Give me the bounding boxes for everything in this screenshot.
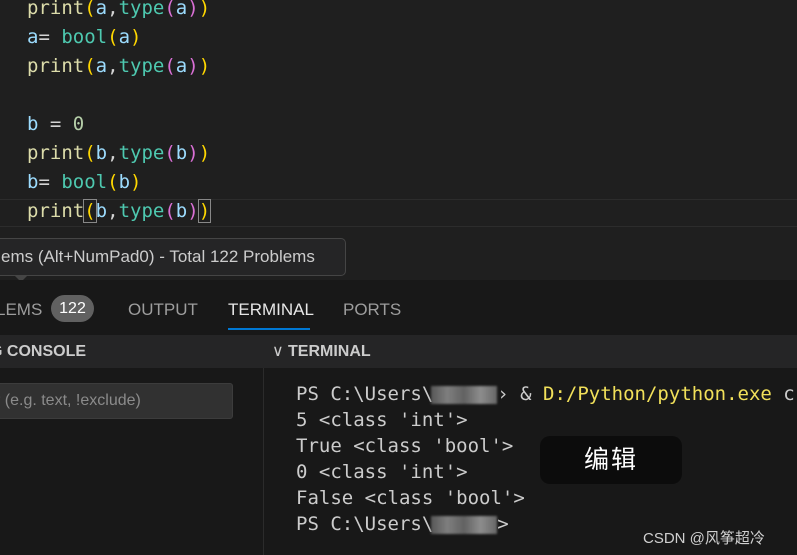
code-token: ): [187, 55, 199, 77]
tooltip-text: ems (Alt+NumPad0) - Total 122 Problems: [1, 247, 315, 266]
problems-tooltip: ems (Alt+NumPad0) - Total 122 Problems: [0, 238, 346, 276]
code-token: ,: [107, 142, 119, 164]
code-token: (: [164, 0, 176, 19]
code-token: (: [84, 142, 96, 164]
terminal-line: PS C:\Users\ >: [296, 511, 509, 537]
terminal-header[interactable]: ∨ TERMINAL: [264, 335, 797, 368]
redacted-username: [431, 515, 498, 534]
code-token: print: [27, 200, 85, 222]
code-token: 0: [72, 113, 85, 135]
code-token: type: [118, 142, 165, 164]
watermark: CSDN @风筝超冷: [643, 530, 765, 547]
code-token: b: [118, 171, 131, 193]
code-line[interactable]: b= bool(b): [27, 168, 141, 197]
code-line[interactable]: b = 0: [27, 110, 84, 139]
active-tab-indicator: [228, 328, 310, 330]
code-token: ): [198, 142, 211, 164]
code-token: ,: [107, 200, 119, 222]
code-token: (: [84, 55, 96, 77]
prompt-tail: >: [497, 513, 509, 535]
code-token: print: [27, 0, 85, 19]
terminal-line: PS C:\Users\ › & D:/Python/python.exe c: [296, 381, 795, 407]
code-editor[interactable]: print(a,type(a)) a= bool(a) print(a,type(a…: [0, 0, 797, 228]
code-token: b: [95, 142, 108, 164]
code-token: ,: [107, 0, 119, 19]
code-token: ): [130, 171, 142, 193]
code-token: (: [83, 199, 97, 223]
code-token: ): [187, 142, 199, 164]
terminal-line: False <class 'bool'>: [296, 487, 525, 509]
code-token: a: [118, 26, 131, 48]
code-token: ): [187, 0, 199, 19]
command-path: D:/Python/python.exe: [543, 383, 772, 405]
code-token: ): [198, 0, 211, 19]
code-token: type: [118, 200, 165, 222]
code-token: a: [95, 55, 108, 77]
code-token: ,: [107, 55, 119, 77]
code-line[interactable]: a= bool(a): [27, 23, 141, 52]
code-token: ): [197, 199, 212, 223]
code-token: =: [38, 171, 62, 193]
command-tail: c: [771, 383, 795, 405]
redacted-username: [431, 385, 498, 404]
tab-output[interactable]: OUTPUT: [128, 300, 198, 320]
debug-console-filter-input[interactable]: r (e.g. text, !exclude): [0, 383, 233, 419]
code-token: a: [175, 55, 188, 77]
code-token: b: [175, 142, 188, 164]
code-token: b: [27, 113, 39, 135]
panel-tab-bar: LEMS 122 OUTPUT TERMINAL PORTS: [0, 280, 797, 335]
tab-terminal[interactable]: TERMINAL: [228, 300, 314, 320]
code-token: b: [175, 200, 188, 222]
code-token: =: [38, 113, 73, 135]
code-token: print: [27, 142, 85, 164]
code-token: =: [38, 26, 62, 48]
edit-popup-button[interactable]: 编辑: [540, 436, 682, 484]
terminal-pane[interactable]: ∨ TERMINAL PS C:\Users\ › & D:/Python/pyth…: [264, 335, 797, 555]
code-token: ): [130, 26, 142, 48]
tab-problems[interactable]: LEMS: [0, 300, 42, 320]
code-token: (: [107, 26, 119, 48]
code-line[interactable]: print(a,type(a)): [27, 0, 210, 23]
code-token: (: [164, 55, 176, 77]
problems-count-badge: 122: [51, 295, 94, 322]
code-token: ): [198, 55, 211, 77]
code-token: b: [27, 171, 39, 193]
code-line[interactable]: print(b,type(b)): [27, 197, 212, 226]
code-token: a: [27, 26, 39, 48]
code-token: a: [95, 0, 108, 19]
code-token: ): [187, 200, 199, 222]
code-token: bool: [61, 171, 108, 193]
terminal-line: True <class 'bool'>: [296, 435, 514, 457]
code-token: (: [164, 142, 176, 164]
code-token: (: [164, 200, 176, 222]
prompt-text: PS C:\Users\: [296, 513, 434, 535]
debug-console-header[interactable]: G CONSOLE: [0, 335, 264, 368]
chevron-down-icon[interactable]: ∨: [272, 335, 288, 368]
code-line[interactable]: print(b,type(b)): [27, 139, 210, 168]
code-line[interactable]: print(a,type(a)): [27, 52, 210, 81]
terminal-header-label: TERMINAL: [288, 343, 371, 360]
filter-placeholder: r (e.g. text, !exclude): [0, 392, 141, 409]
code-token: a: [175, 0, 188, 19]
terminal-line: 5 <class 'int'>: [296, 409, 468, 431]
code-token: type: [118, 0, 165, 19]
command-separator: › &: [497, 383, 544, 405]
code-token: b: [95, 200, 108, 222]
code-token: type: [118, 55, 165, 77]
code-token: bool: [61, 26, 108, 48]
terminal-line: 0 <class 'int'>: [296, 461, 468, 483]
code-token: (: [107, 171, 119, 193]
debug-console-pane: G CONSOLE r (e.g. text, !exclude): [0, 335, 264, 555]
prompt-text: PS C:\Users\: [296, 383, 434, 405]
tab-ports[interactable]: PORTS: [343, 300, 401, 320]
code-token: print: [27, 55, 85, 77]
code-token: (: [84, 0, 96, 19]
